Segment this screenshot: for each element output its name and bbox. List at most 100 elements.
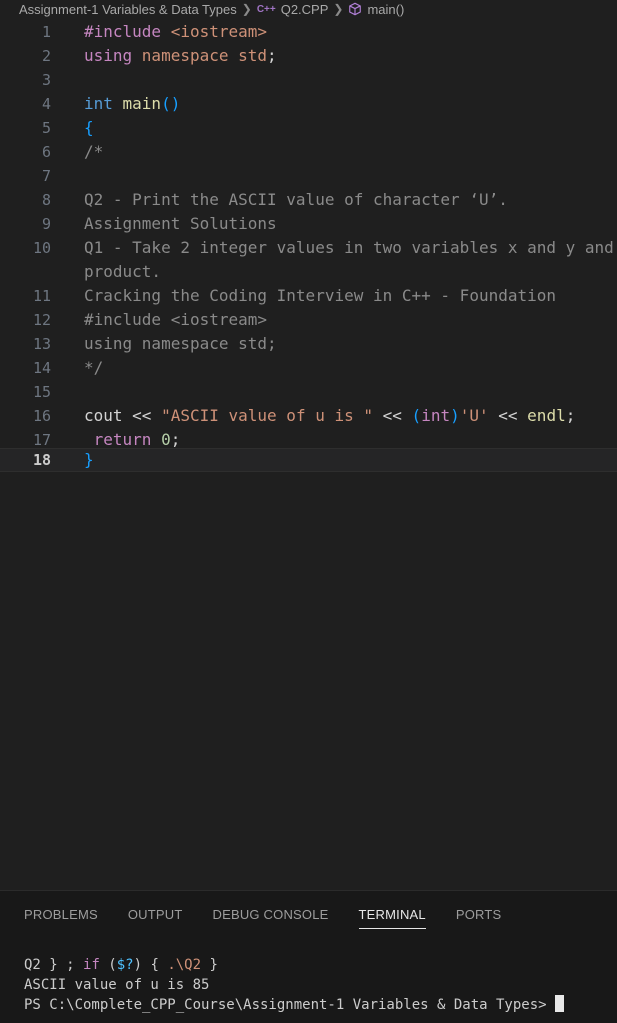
code-token: cout — [84, 406, 133, 425]
terminal-line-1: Q2 } ; if ($?) { .\Q2 } — [24, 957, 218, 973]
code-text: #include <iostream> — [84, 20, 267, 44]
code-token: } — [84, 450, 94, 469]
method-cube-icon — [349, 2, 362, 16]
code-token: product. — [84, 262, 162, 281]
code-text: #include <iostream> — [84, 308, 267, 332]
line-number: 6 — [41, 143, 51, 161]
breadcrumb: Assignment-1 Variables & Data Types ❯ C+… — [0, 0, 617, 18]
code-line[interactable]: 10 Q1 - Take 2 integer values in two vari… — [0, 236, 617, 260]
code-token: ; — [267, 46, 277, 65]
code-token: << — [382, 406, 412, 425]
code-line[interactable]: 7 — [0, 164, 617, 188]
line-number: 9 — [41, 215, 51, 233]
code-text: int main() — [84, 92, 180, 116]
code-text: Q1 - Take 2 integer values in two variab… — [84, 236, 614, 260]
panel-tabs: PROBLEMS OUTPUT DEBUG CONSOLE TERMINAL PORTS — [24, 907, 501, 929]
code-text: Cracking the Coding Interview in C++ - F… — [84, 284, 556, 308]
code-line[interactable]: 15 — [0, 380, 617, 404]
line-number: 5 — [41, 119, 51, 137]
code-token: Q1 - Take 2 integer values in two variab… — [84, 238, 614, 257]
terminal-prompt: PS C:\Complete_CPP_Course\Assignment-1 V… — [24, 995, 565, 1013]
code-token: */ — [84, 358, 104, 377]
chevron-right-icon: ❯ — [333, 2, 344, 16]
bottom-panel: PROBLEMS OUTPUT DEBUG CONSOLE TERMINAL PORTS… — [0, 890, 617, 1023]
line-number: 2 — [41, 47, 51, 65]
code-token: main — [122, 94, 162, 113]
code-token: using namespace std; — [84, 334, 277, 353]
code-text: } — [84, 449, 94, 471]
code-token: ; — [170, 430, 181, 449]
line-number: 3 — [41, 71, 51, 89]
code-line[interactable]: product. — [0, 260, 617, 284]
code-token: 'U' — [459, 406, 499, 425]
tab-problems[interactable]: PROBLEMS — [24, 907, 98, 929]
code-token: 0 — [161, 430, 171, 449]
line-number: 18 — [32, 451, 51, 469]
tab-ports[interactable]: PORTS — [456, 907, 502, 929]
line-number: 7 — [41, 167, 51, 185]
code-token: Assignment Solutions — [84, 214, 277, 233]
code-text: /* — [84, 140, 103, 164]
line-number: 14 — [32, 359, 51, 377]
code-line[interactable]: 12 #include <iostream> — [0, 308, 617, 332]
breadcrumb-file[interactable]: Q2.CPP — [281, 2, 329, 17]
code-token: #include <iostream> — [84, 310, 268, 329]
code-token: ( — [411, 406, 422, 425]
code-token: using — [84, 46, 142, 65]
code-text: cout << "ASCII value of u is " << (int)'… — [84, 404, 575, 428]
code-token: int — [84, 94, 123, 113]
tab-output[interactable]: OUTPUT — [128, 907, 183, 929]
code-text: Assignment Solutions — [84, 212, 277, 236]
code-line[interactable]: 18} — [0, 448, 617, 472]
line-number: 11 — [32, 287, 51, 305]
code-line[interactable]: 13 using namespace std; — [0, 332, 617, 356]
breadcrumb-folder[interactable]: Assignment-1 Variables & Data Types — [19, 2, 237, 17]
terminal-line-2: ASCII value of u is 85 — [24, 977, 210, 993]
line-number: 12 — [32, 311, 51, 329]
code-token: Q2 - Print the ASCII value of character … — [84, 190, 508, 209]
code-token: endl — [527, 406, 566, 425]
code-line[interactable]: 5{ — [0, 116, 617, 140]
line-number: 8 — [41, 191, 51, 209]
terminal-output[interactable]: Q2 } ; if ($?) { .\Q2 } ASCII value of u… — [24, 955, 614, 1015]
code-token: "ASCII value of u is " — [161, 406, 383, 425]
code-token: #include — [84, 22, 171, 41]
tab-terminal[interactable]: TERMINAL — [358, 907, 426, 929]
line-number: 16 — [32, 407, 51, 425]
line-number: 13 — [32, 335, 51, 353]
code-line[interactable]: 9 Assignment Solutions — [0, 212, 617, 236]
cpp-file-icon: C++ — [256, 3, 276, 15]
code-token: ; — [565, 406, 576, 425]
code-token: () — [161, 94, 181, 113]
chevron-right-icon: ❯ — [241, 2, 252, 16]
code-line[interactable]: 4 int main() — [0, 92, 617, 116]
code-line[interactable]: 11 Cracking the Coding Interview in C++ -… — [0, 284, 617, 308]
code-token: std — [238, 46, 268, 65]
code-text: using namespace std; — [84, 44, 277, 68]
code-token: /* — [84, 142, 104, 161]
code-editor[interactable]: 1 #include <iostream> 2 using namespace std… — [0, 20, 617, 888]
code-text: */ — [84, 356, 103, 380]
breadcrumb-symbol[interactable]: main() — [367, 2, 404, 17]
code-text: { — [84, 116, 94, 140]
code-token: ) — [450, 406, 460, 425]
code-line[interactable]: 1 #include <iostream> — [0, 20, 617, 44]
code-line[interactable]: 2 using namespace std; — [0, 44, 617, 68]
line-number: 15 — [32, 383, 51, 401]
code-token: <iostream> — [170, 22, 268, 41]
code-token: { — [84, 118, 94, 137]
code-token: int — [421, 406, 451, 425]
code-token: Cracking the Coding Interview in C++ - F… — [84, 286, 557, 305]
terminal-cursor — [555, 995, 565, 1012]
line-number: 1 — [41, 23, 51, 41]
code-line[interactable]: 3 — [0, 68, 617, 92]
tab-debug-console[interactable]: DEBUG CONSOLE — [213, 907, 329, 929]
code-text: using namespace std; — [84, 332, 277, 356]
code-line[interactable]: 16 cout << "ASCII value of u is " << (int… — [0, 404, 617, 428]
code-token: namespace — [141, 46, 239, 65]
code-line[interactable]: 8 Q2 - Print the ASCII value of character… — [0, 188, 617, 212]
code-line[interactable]: 6 /* — [0, 140, 617, 164]
code-line[interactable]: 14 */ — [0, 356, 617, 380]
line-number: 10 — [32, 239, 51, 257]
